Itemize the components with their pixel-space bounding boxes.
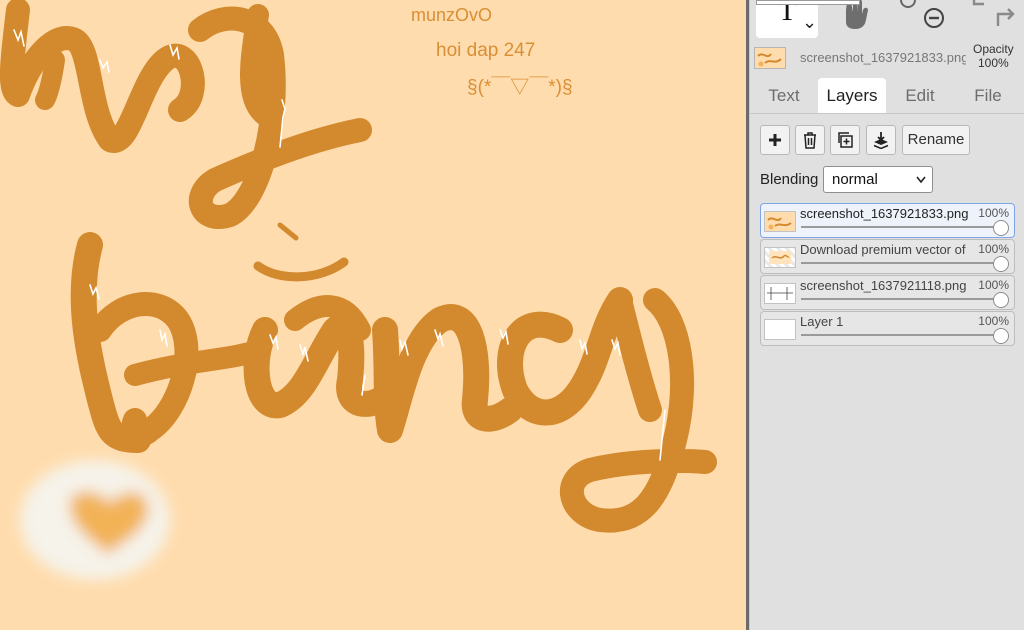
text-tool-button[interactable]: T ⌄ [756, 0, 818, 38]
layer-opacity: 100% [978, 278, 1009, 292]
redo-button[interactable] [968, 0, 1018, 38]
layer-opacity-slider[interactable] [801, 298, 1002, 300]
layer-opacity: 100% [978, 242, 1009, 256]
layer-thumbnail [764, 283, 796, 304]
tab-edit[interactable]: Edit [890, 78, 950, 114]
layer-opacity-knob[interactable] [993, 328, 1009, 344]
layer-opacity: 100% [978, 206, 1009, 220]
layer-name: screenshot_1637921833.png [800, 206, 969, 221]
layer-thumbnail [764, 211, 796, 232]
blending-select-value: normal [832, 171, 878, 188]
layer-opacity-knob[interactable] [993, 292, 1009, 308]
layer-item[interactable]: screenshot_1637921118.png 100% [760, 275, 1015, 310]
chevron-down-icon [916, 176, 926, 184]
delete-layer-button[interactable] [795, 125, 825, 155]
tabs-baseline [750, 113, 1024, 114]
chevron-down-icon: ⌄ [802, 12, 818, 32]
lettering-artwork [0, 0, 717, 580]
duplicate-layer-button[interactable] [830, 125, 860, 155]
layer-opacity-slider[interactable] [801, 226, 1002, 228]
tab-text[interactable]: Text [754, 78, 814, 114]
layer-opacity: 100% [978, 314, 1009, 328]
tab-file[interactable]: File [958, 78, 1018, 114]
rename-layer-button[interactable]: Rename [902, 125, 970, 155]
plus-icon [769, 134, 781, 146]
blending-label: Blending [760, 171, 819, 188]
image-canvas[interactable]: munzOvO hoi dap 247 §(*￣▽￣*)§ [0, 0, 746, 630]
opacity-value[interactable]: 100% [978, 56, 1009, 70]
tab-layers[interactable]: Layers [818, 78, 886, 114]
layer-opacity-slider[interactable] [801, 334, 1002, 336]
trash-icon [804, 132, 816, 149]
layer-opacity-knob[interactable] [993, 256, 1009, 272]
current-image-row: screenshot_1637921833.png Opacity 100% [750, 40, 1024, 76]
layer-item[interactable]: Layer 1 100% [760, 311, 1015, 346]
layer-name: Download premium vector of [800, 242, 966, 257]
merge-down-button[interactable] [866, 125, 896, 155]
canvas-text-line-2: hoi dap 247 [436, 40, 536, 61]
add-layer-button[interactable] [760, 125, 790, 155]
top-tool-separator [756, 0, 860, 5]
layer-item[interactable]: Download premium vector of 100% [760, 239, 1015, 274]
canvas-text-line-1: munzOvO [411, 5, 493, 25]
layer-opacity-slider[interactable] [801, 262, 1002, 264]
layer-thumbnail [764, 319, 796, 340]
layer-opacity-knob[interactable] [993, 220, 1009, 236]
sticker-blur [20, 460, 170, 580]
opacity-label: Opacity [973, 42, 1014, 56]
layer-name: Layer 1 [800, 314, 844, 329]
hand-tool-button[interactable] [828, 0, 884, 38]
layer-name: screenshot_1637921118.png [800, 278, 967, 293]
layer-item[interactable]: screenshot_1637921833.png 100% [760, 203, 1015, 238]
redo-icon [972, 0, 1015, 26]
canvas-text-line-3: §(*￣▽￣*)§ [467, 77, 573, 98]
zoom-out-button[interactable] [895, 0, 945, 38]
blending-select[interactable]: normal [823, 166, 933, 193]
merge-down-icon [873, 132, 889, 149]
current-image-thumbnail [754, 47, 786, 69]
side-panel: T ⌄ screenshot_1637921833.png Opacity 10… [749, 0, 1024, 630]
current-image-filename: screenshot_1637921833.png [800, 50, 966, 65]
duplicate-icon [838, 132, 853, 148]
layer-thumbnail [764, 247, 796, 268]
zoom-out-icon [900, 0, 944, 28]
